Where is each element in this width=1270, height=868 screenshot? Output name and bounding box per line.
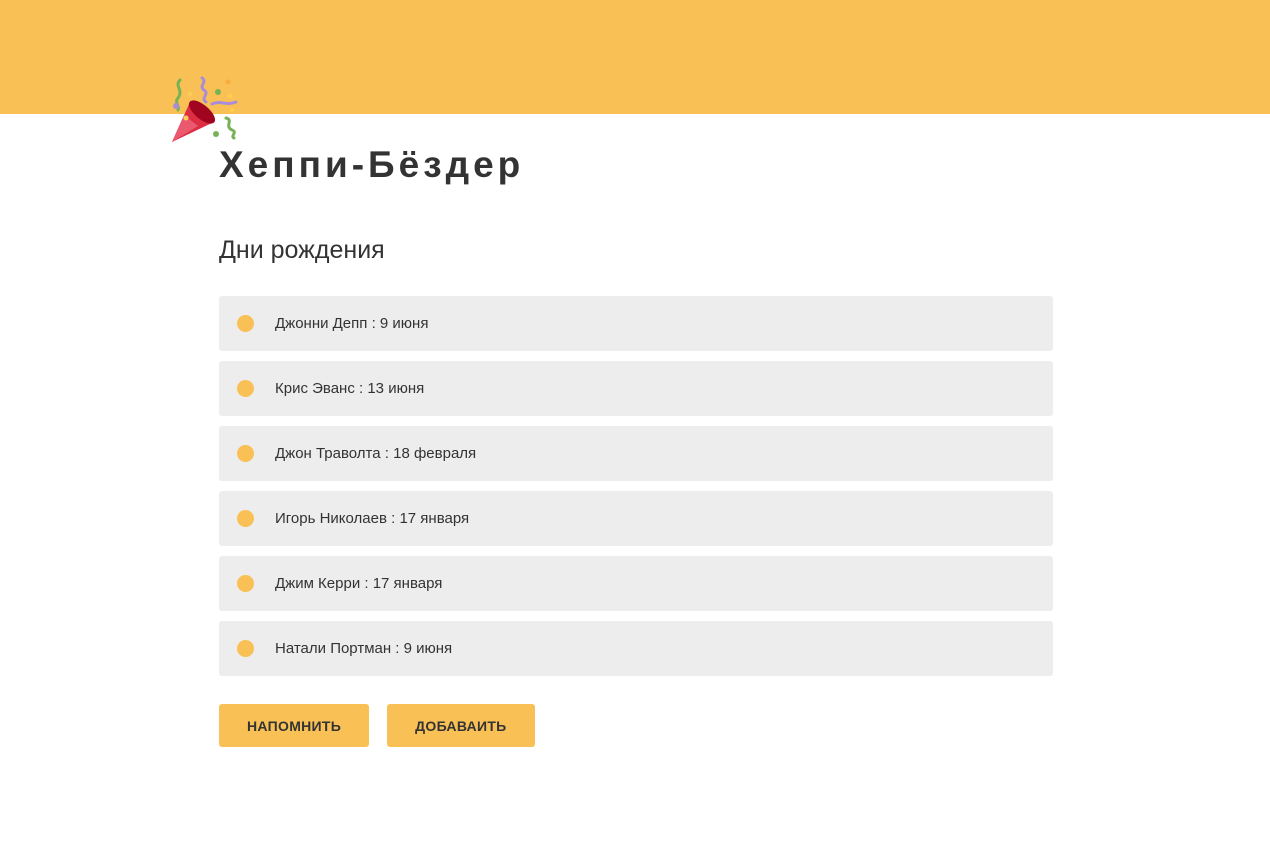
birthday-text: Джим Керри : 17 января: [275, 575, 443, 592]
action-buttons: НАПОМНИТЬ ДОБАВАИТЬ: [219, 704, 553, 747]
bullet-icon: [237, 575, 254, 592]
birthday-item: Натали Портман : 9 июня: [219, 621, 1053, 676]
birthday-item: Джим Керри : 17 января: [219, 556, 1053, 611]
birthday-text: Крис Эванс : 13 июня: [275, 380, 425, 397]
birthday-item: Крис Эванс : 13 июня: [219, 361, 1053, 416]
party-popper-icon: [172, 76, 238, 142]
section-heading: Дни рождения: [219, 236, 385, 264]
remind-button[interactable]: НАПОМНИТЬ: [219, 704, 370, 747]
bullet-icon: [237, 315, 254, 332]
birthday-item: Джонни Депп : 9 июня: [219, 296, 1053, 351]
bullet-icon: [237, 380, 254, 397]
bullet-icon: [237, 445, 254, 462]
birthday-text: Джонни Депп : 9 июня: [275, 315, 429, 332]
bullet-icon: [237, 640, 254, 657]
birthday-text: Натали Портман : 9 июня: [275, 640, 453, 657]
site-title: Хеппи-Бёздер: [219, 144, 525, 185]
add-button[interactable]: ДОБАВАИТЬ: [387, 704, 535, 747]
birthday-item: Игорь Николаев : 17 января: [219, 491, 1053, 546]
birthday-list: Джонни Депп : 9 июня Крис Эванс : 13 июн…: [219, 296, 1053, 686]
birthday-text: Игорь Николаев : 17 января: [275, 510, 470, 527]
birthday-text: Джон Траволта : 18 февраля: [275, 445, 477, 462]
birthday-item: Джон Траволта : 18 февраля: [219, 426, 1053, 481]
bullet-icon: [237, 510, 254, 527]
